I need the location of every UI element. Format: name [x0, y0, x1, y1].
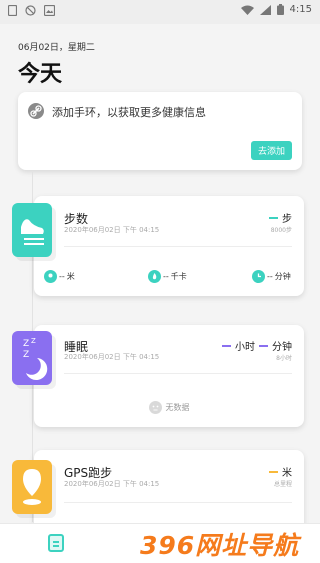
date-subtitle: 06月02日，星期二: [18, 43, 95, 53]
notification-icon: [8, 5, 17, 16]
runner-pin-icon: [23, 469, 41, 505]
watermark: 396网址导航: [140, 531, 300, 560]
status-right-icons: 4:15: [240, 4, 312, 15]
flame-icon: [148, 270, 161, 283]
steps-value: 步: [269, 210, 292, 225]
sleep-no-data: 无数据: [34, 401, 304, 414]
gps-time: 2020年06月02日 下午 04:15: [64, 480, 160, 488]
steps-unit: 步: [282, 214, 292, 225]
status-left-icons: [8, 5, 55, 16]
sleep-card[interactable]: 睡眠 2020年06月02日 下午 04:15 小时 分钟 8小时 无数据: [34, 325, 304, 427]
do-not-disturb-icon: [25, 5, 36, 16]
svg-text:Z: Z: [23, 339, 29, 349]
duration-stat: -- 分钟: [252, 270, 291, 283]
clock-icon: [252, 270, 265, 283]
calorie-stat: -- 千卡: [148, 270, 187, 283]
sleep-goal: 8小时: [276, 355, 292, 362]
sleep-divider: [64, 373, 292, 374]
sleep-badge: ZZZ: [12, 331, 52, 385]
health-tab-icon[interactable]: [48, 534, 64, 552]
distance-stat: -- 米: [44, 270, 75, 283]
sleep-time: 2020年06月02日 下午 04:15: [64, 353, 160, 361]
add-band-card[interactable]: 添加手环，以获取更多健康信息 去添加: [18, 92, 302, 170]
status-bar: 4:15: [0, 0, 320, 24]
wifi-icon: [240, 5, 254, 15]
gps-divider: [64, 502, 292, 503]
gps-unit: 米: [282, 468, 292, 479]
steps-dash: [269, 216, 278, 219]
link-icon: [28, 103, 44, 119]
steps-time: 2020年06月02日 下午 04:15: [64, 226, 160, 234]
steps-divider: [64, 246, 292, 247]
status-time: 4:15: [289, 4, 312, 15]
steps-badge: [12, 203, 52, 257]
gps-value: 米: [269, 464, 292, 479]
steps-goal: 8000步: [270, 227, 292, 234]
sleep-minutes-dash: [259, 344, 268, 347]
battery-icon: [276, 4, 284, 15]
add-band-text: 添加手环，以获取更多健康信息: [52, 106, 206, 119]
sleep-minutes-unit: 分钟: [272, 342, 292, 353]
signal-icon: [259, 4, 271, 15]
steps-card[interactable]: 步数 2020年06月02日 下午 04:15 步 8000步 -- 米 -- 千卡…: [34, 196, 304, 296]
svg-text:Z: Z: [23, 350, 29, 360]
photo-icon: [44, 5, 55, 16]
sleep-hours-unit: 小时: [235, 342, 255, 353]
sleep-value: 小时 分钟: [222, 338, 292, 353]
svg-text:Z: Z: [31, 337, 36, 345]
add-band-button[interactable]: 去添加: [250, 141, 292, 160]
gps-dash: [269, 470, 278, 473]
sleep-hours-dash: [222, 344, 231, 347]
gps-sub: 总里程: [273, 481, 292, 488]
empty-face-icon: [148, 401, 162, 414]
location-icon: [44, 270, 57, 283]
shoe-icon: [21, 219, 44, 245]
moon-icon: Z ZZ: [23, 337, 48, 380]
page-title: 今天: [18, 62, 63, 87]
gps-badge: [12, 460, 52, 514]
